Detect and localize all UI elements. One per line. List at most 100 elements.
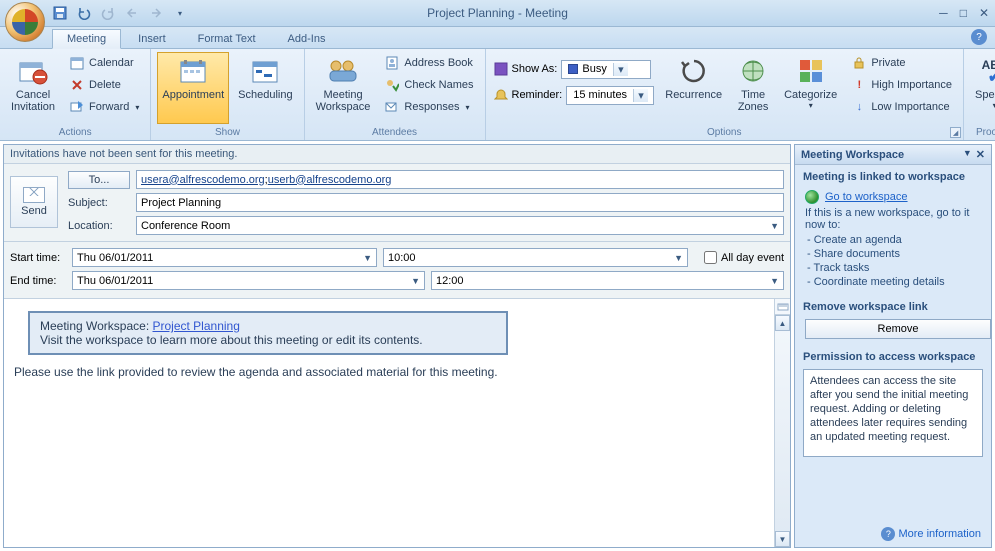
reminder-label: Reminder: bbox=[512, 89, 563, 101]
scroll-down-button[interactable]: ▼ bbox=[775, 531, 790, 547]
recurrence-icon bbox=[678, 55, 710, 87]
meeting-workspace-button[interactable]: Meeting Workspace bbox=[311, 52, 376, 124]
time-zones-icon bbox=[737, 55, 769, 87]
forward-button[interactable]: Forward▾ bbox=[64, 96, 144, 118]
group-show-label: Show bbox=[157, 125, 297, 140]
high-importance-button[interactable]: !High Importance bbox=[846, 74, 957, 96]
remove-heading: Remove workspace link bbox=[795, 295, 991, 315]
help-icon[interactable]: ? bbox=[971, 29, 987, 45]
recipient-a[interactable]: usera@alfrescodemo.org bbox=[141, 174, 265, 186]
start-date-field[interactable]: Thu 06/01/2011 ▼ bbox=[72, 248, 377, 267]
save-icon[interactable] bbox=[52, 5, 68, 21]
next-item-icon[interactable] bbox=[148, 5, 164, 21]
cancel-invitation-button[interactable]: Cancel Invitation bbox=[6, 52, 60, 124]
reminder-combo[interactable]: 15 minutes▾ bbox=[566, 86, 654, 105]
chevron-down-icon[interactable]: ▼ bbox=[766, 276, 779, 286]
maximize-button[interactable]: □ bbox=[960, 6, 967, 20]
previous-item-icon[interactable] bbox=[124, 5, 140, 21]
more-information-link[interactable]: More information bbox=[898, 528, 981, 540]
undo-icon[interactable] bbox=[76, 5, 92, 21]
show-as-combo[interactable]: Busy▾ bbox=[561, 60, 651, 79]
location-field[interactable]: Conference Room▼ bbox=[136, 216, 784, 235]
go-to-workspace-link[interactable]: Go to workspace bbox=[825, 191, 908, 203]
message-body-area: Meeting Workspace: Project Planning Visi… bbox=[4, 299, 790, 547]
pane-close-icon[interactable]: ✕ bbox=[976, 148, 985, 161]
end-time-value: 12:00 bbox=[436, 275, 464, 287]
close-button[interactable]: ✕ bbox=[979, 6, 989, 20]
time-zones-button[interactable]: Time Zones bbox=[731, 52, 775, 124]
appointment-button[interactable]: Appointment bbox=[157, 52, 229, 124]
recurrence-button[interactable]: Recurrence bbox=[660, 52, 727, 124]
to-button[interactable]: To... bbox=[68, 171, 130, 189]
spelling-button[interactable]: ABC✔ Spelling▾ bbox=[970, 52, 995, 124]
tab-meeting[interactable]: Meeting bbox=[52, 29, 121, 49]
recipient-b[interactable]: userb@alfrescodemo.org bbox=[268, 174, 392, 186]
chevron-down-icon[interactable]: ▼ bbox=[670, 253, 683, 263]
address-book-button[interactable]: Address Book bbox=[379, 52, 478, 74]
check-names-label: Check Names bbox=[404, 79, 473, 91]
start-date-value: Thu 06/01/2011 bbox=[77, 252, 153, 264]
meeting-workspace-label: Meeting Workspace bbox=[316, 89, 371, 113]
appointment-label: Appointment bbox=[162, 89, 224, 101]
tab-format-text[interactable]: Format Text bbox=[183, 29, 271, 48]
tab-insert[interactable]: Insert bbox=[123, 29, 181, 48]
group-actions: Cancel Invitation Calendar Delete Forwar… bbox=[0, 49, 151, 140]
group-options: Show As: Busy▾ Reminder: 15 minutes▾ Rec… bbox=[486, 49, 965, 140]
group-proofing: ABC✔ Spelling▾ Proofing bbox=[964, 49, 995, 140]
tab-add-ins[interactable]: Add-Ins bbox=[273, 29, 341, 48]
categorize-button[interactable]: Categorize▾ bbox=[779, 52, 842, 124]
private-button[interactable]: Private bbox=[846, 52, 957, 74]
chevron-down-icon[interactable]: ▼ bbox=[766, 221, 779, 231]
workspace-link[interactable]: Project Planning bbox=[153, 319, 240, 333]
low-importance-icon: ↓ bbox=[851, 99, 867, 115]
end-time-field[interactable]: 12:00 ▼ bbox=[431, 271, 784, 290]
spelling-icon: ABC✔ bbox=[979, 55, 995, 87]
low-importance-button[interactable]: ↓Low Importance bbox=[846, 96, 957, 118]
subject-field[interactable]: Project Planning bbox=[136, 193, 784, 212]
to-field[interactable]: usera@alfrescodemo.org; userb@alfrescode… bbox=[136, 170, 784, 189]
end-date-field[interactable]: Thu 06/01/2011▼ bbox=[72, 271, 425, 290]
calendar-button[interactable]: Calendar bbox=[64, 52, 144, 74]
appointment-icon bbox=[177, 55, 209, 87]
responses-button[interactable]: Responses▾ bbox=[379, 96, 478, 118]
chevron-down-icon[interactable]: ▼ bbox=[407, 276, 420, 286]
pane-dropdown-icon[interactable]: ▼ bbox=[963, 148, 972, 161]
reminder-value: 15 minutes bbox=[567, 89, 633, 101]
qat-customize-icon[interactable]: ▾ bbox=[172, 5, 188, 21]
check-names-icon bbox=[384, 77, 400, 93]
time-zones-label: Time Zones bbox=[738, 89, 769, 113]
show-as-value: Busy bbox=[582, 63, 606, 75]
ruler-toggle-icon[interactable] bbox=[775, 299, 790, 315]
delete-label: Delete bbox=[89, 79, 121, 91]
start-time-field[interactable]: 10:00▼ bbox=[383, 248, 688, 267]
ribbon-tabs: Meeting Insert Format Text Add-Ins ? bbox=[0, 27, 995, 49]
cancel-invitation-label: Cancel Invitation bbox=[11, 89, 55, 113]
delete-button[interactable]: Delete bbox=[64, 74, 144, 96]
meeting-workspace-icon bbox=[327, 55, 359, 87]
check-names-button[interactable]: Check Names bbox=[379, 74, 478, 96]
office-button[interactable] bbox=[5, 2, 45, 42]
options-dialog-launcher[interactable]: ◢ bbox=[950, 127, 961, 138]
tip-coordinate: Coordinate meeting details bbox=[807, 275, 981, 289]
private-label: Private bbox=[871, 57, 905, 69]
group-show: Appointment Scheduling Show bbox=[151, 49, 304, 140]
meeting-workspace-pane: Meeting Workspace ▼✕ Meeting is linked t… bbox=[794, 144, 992, 548]
message-body[interactable]: Meeting Workspace: Project Planning Visi… bbox=[4, 299, 774, 547]
minimize-button[interactable]: ─ bbox=[939, 6, 948, 20]
recurrence-label: Recurrence bbox=[665, 89, 722, 101]
high-importance-icon: ! bbox=[851, 77, 867, 93]
workspace-info-block: Meeting Workspace: Project Planning Visi… bbox=[28, 311, 508, 355]
permission-heading: Permission to access workspace bbox=[795, 345, 991, 365]
chevron-down-icon[interactable]: ▼ bbox=[359, 253, 372, 263]
send-button[interactable]: Send bbox=[10, 176, 58, 228]
if-new-text: If this is a new workspace, go to it now… bbox=[805, 207, 981, 231]
show-as-label: Show As: bbox=[512, 63, 558, 75]
remove-button[interactable]: Remove bbox=[805, 319, 991, 339]
scheduling-button[interactable]: Scheduling bbox=[233, 52, 297, 124]
cancel-invitation-icon bbox=[17, 55, 49, 87]
redo-icon[interactable] bbox=[100, 5, 116, 21]
scheduling-icon bbox=[249, 55, 281, 87]
all-day-checkbox[interactable]: All day event bbox=[704, 251, 784, 264]
tip-tasks: Track tasks bbox=[807, 261, 981, 275]
vertical-scrollbar[interactable]: ▲ ▼ bbox=[774, 299, 790, 547]
